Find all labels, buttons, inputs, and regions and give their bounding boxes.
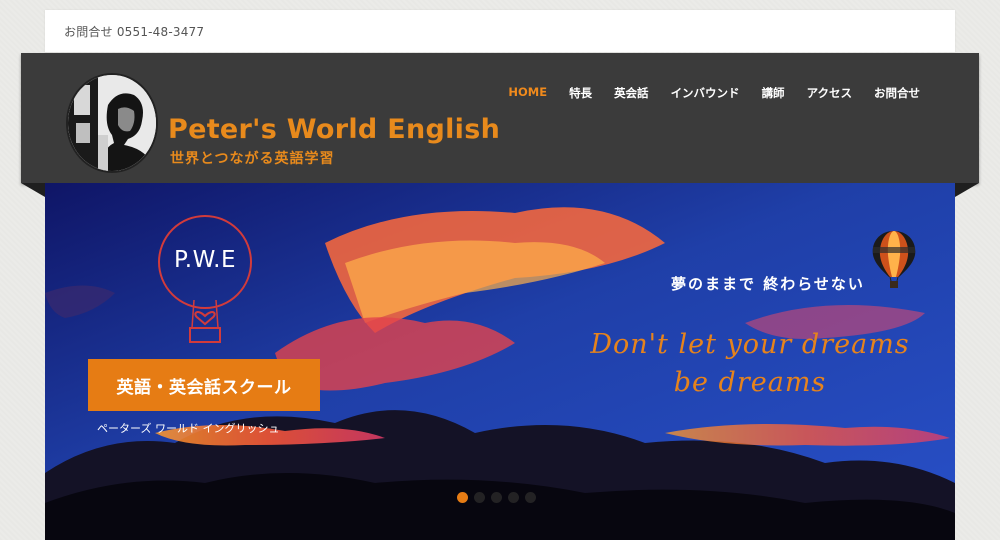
japanese-slogan: 夢のままで 終わらせない: [671, 275, 865, 293]
slider-dots: [457, 492, 536, 503]
english-slogan-line-1: Don't let your dreams: [590, 329, 910, 360]
slide-dot-2[interactable]: [474, 492, 485, 503]
hot-air-balloon-icon: [872, 231, 916, 288]
main-nav: HOME 特長 英会話 インバウンド 講師 アクセス お問合せ: [497, 83, 931, 103]
nav-contact[interactable]: お問合せ: [863, 83, 931, 103]
nav-instructors[interactable]: 講師: [751, 83, 796, 103]
slide-dot-5[interactable]: [525, 492, 536, 503]
pwe-logo-text: P.W.E: [173, 247, 237, 273]
slide-dot-3[interactable]: [491, 492, 502, 503]
nav-conversation[interactable]: 英会話: [603, 83, 660, 103]
nav-access[interactable]: アクセス: [796, 83, 863, 103]
contact-phone[interactable]: お問合せ 0551-48-3477: [64, 23, 204, 40]
top-contact-bar: お問合せ 0551-48-3477: [45, 10, 955, 52]
english-slogan: Don't let your dreams be dreams: [565, 326, 935, 402]
header-fold-right: [955, 183, 979, 197]
portrait-image: [68, 75, 156, 171]
hero-slider[interactable]: P.W.E 英語・英会話スクール ペーターズ ワールド イングリッシュ 夢のまま…: [45, 183, 955, 540]
balloon-basket-icon: [189, 299, 221, 343]
nav-inbound[interactable]: インバウンド: [660, 83, 751, 103]
school-name-katakana: ペーターズ ワールド イングリッシュ: [97, 422, 280, 435]
site-tagline: 世界とつながる英語学習: [170, 151, 335, 167]
school-label-badge: 英語・英会話スクール: [88, 359, 320, 411]
english-slogan-line-2: be dreams: [673, 367, 827, 398]
logo-portrait[interactable]: [66, 73, 158, 173]
nav-features[interactable]: 特長: [558, 83, 603, 103]
slide-dot-1[interactable]: [457, 492, 468, 503]
header-fold-left: [21, 183, 45, 197]
nav-home[interactable]: HOME: [497, 83, 558, 103]
site-title[interactable]: Peter's World English: [168, 114, 500, 145]
slide-dot-4[interactable]: [508, 492, 519, 503]
